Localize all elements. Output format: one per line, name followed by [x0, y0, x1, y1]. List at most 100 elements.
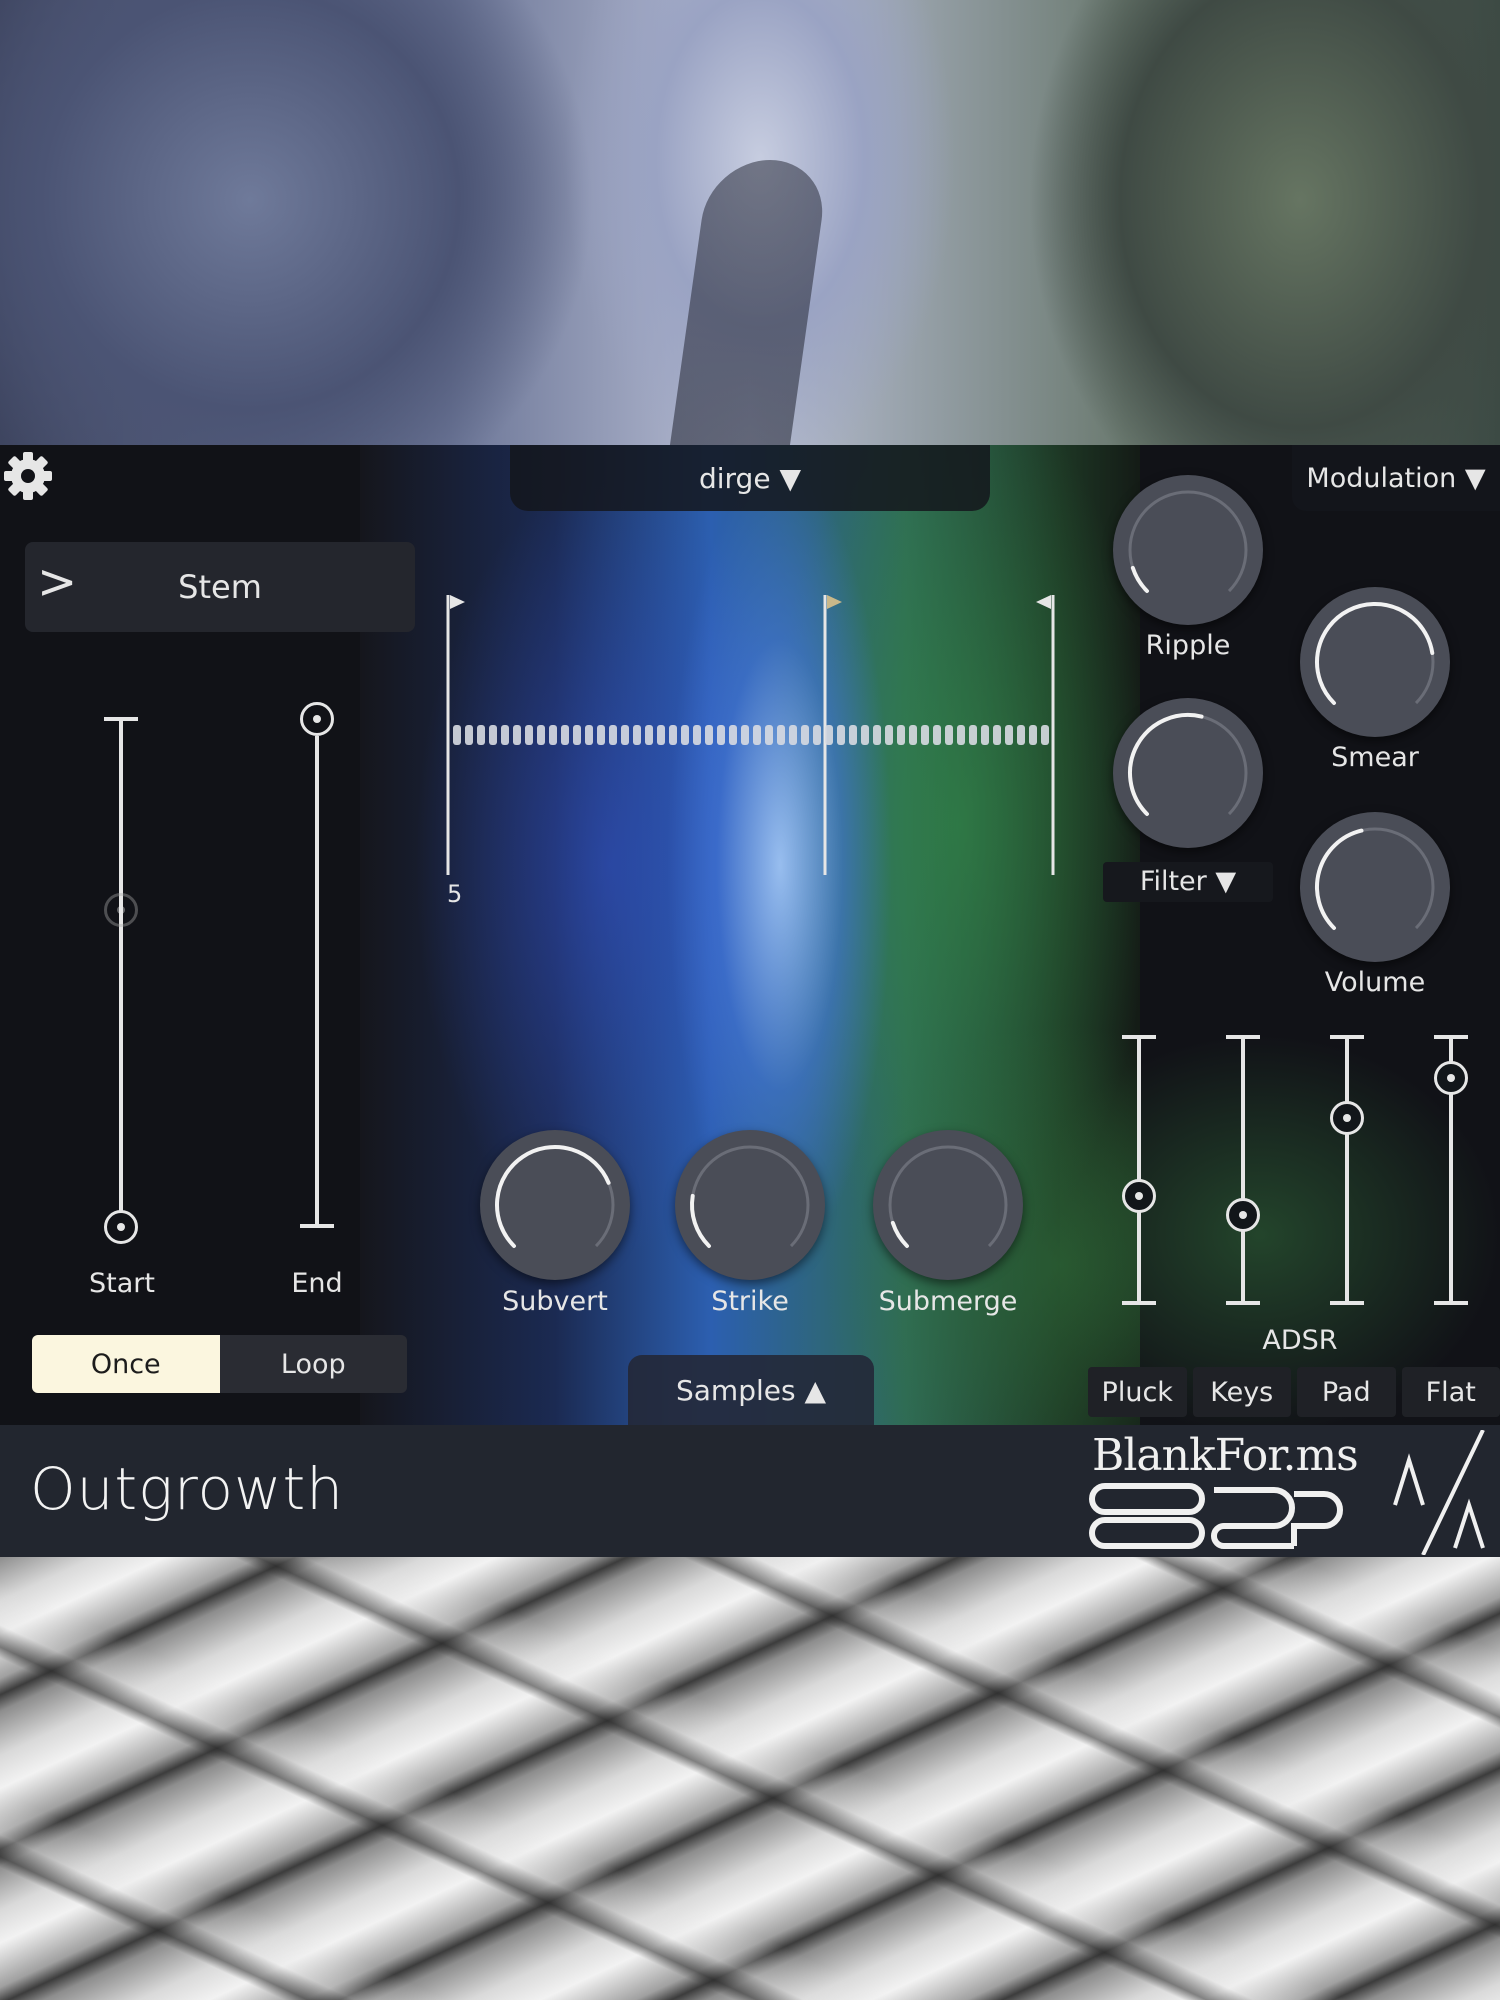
knob-value-arc [495, 1145, 611, 1249]
waveform-bar [897, 725, 905, 745]
start-slider-ghost-handle [104, 893, 138, 927]
adsr-slider-handle[interactable] [1330, 1100, 1364, 1135]
subvert-knob[interactable] [480, 1130, 630, 1280]
waveform-bar [777, 725, 785, 745]
waveform-bar [993, 725, 1001, 745]
volume-label: Volume [1324, 967, 1426, 998]
waveform-bar [453, 725, 461, 745]
start-slider[interactable] [100, 715, 142, 1255]
waveform-bar [477, 725, 485, 745]
gear-icon[interactable] [2, 450, 54, 502]
adsr-preset-pluck[interactable]: Pluck [1088, 1367, 1187, 1417]
waveform-bar [933, 725, 941, 745]
knob-track [690, 1145, 810, 1248]
waveform-bar [489, 725, 497, 745]
playback-mode-toggle[interactable]: Once Loop [32, 1335, 407, 1393]
decay-slider[interactable] [1219, 1035, 1267, 1305]
ripple-label: Ripple [1145, 630, 1231, 661]
adsr-slider-bottom-cap [1330, 1301, 1364, 1305]
waveform-bar [765, 725, 773, 745]
modulation-label: Modulation ▼ [1306, 462, 1486, 494]
waveform-bar [789, 725, 797, 745]
waveform-bar [705, 725, 713, 745]
stem-button[interactable]: > Stem [25, 542, 415, 632]
mode-once-button[interactable]: Once [32, 1335, 220, 1393]
start-slider-handle[interactable] [104, 1210, 138, 1244]
waveform-bar [1029, 725, 1037, 745]
volume-knob[interactable] [1300, 812, 1450, 962]
knob-arc [1315, 827, 1435, 931]
release-slider[interactable] [1427, 1035, 1475, 1305]
waveform-bar [861, 725, 869, 745]
end-slider-rail [315, 736, 319, 1226]
brand-name: BlankFor.ms [1092, 1430, 1359, 1481]
waveform-bar [801, 725, 809, 745]
knob-arc [1128, 713, 1248, 817]
waveform-bar [621, 725, 629, 745]
adsr-slider-handle[interactable] [1226, 1197, 1260, 1232]
waveform-bar [693, 725, 701, 745]
waveform-bar [597, 725, 605, 745]
adsr-slider-rail [1241, 1035, 1245, 1305]
sustain-slider[interactable] [1323, 1035, 1371, 1305]
adsr-slider-handle[interactable] [1434, 1061, 1468, 1096]
preset-dropdown[interactable]: dirge ▼ [510, 445, 990, 511]
modulation-dropdown[interactable]: Modulation ▼ [1292, 445, 1500, 511]
submerge-knob[interactable] [873, 1130, 1023, 1280]
strike-knob[interactable] [675, 1130, 825, 1280]
attack-slider[interactable] [1115, 1035, 1163, 1305]
adsr-slider-bottom-cap [1434, 1301, 1468, 1305]
end-flag-icon [1036, 595, 1051, 609]
knob-arc [1315, 602, 1435, 706]
end-slider-bottom-cap [300, 1224, 334, 1228]
filter-dropdown[interactable]: Filter ▼ [1103, 862, 1273, 902]
waveform-bar [585, 725, 593, 745]
filter-knob[interactable] [1113, 698, 1263, 848]
adsr-preset-tabs: Pluck Keys Pad Flat [1088, 1367, 1500, 1417]
waveform-bar [609, 725, 617, 745]
waveform-bar [513, 725, 521, 745]
knob-value-arc [1128, 713, 1204, 817]
waveform-bar [657, 725, 665, 745]
samples-tab[interactable]: Samples ▲ [628, 1355, 874, 1425]
knob-value-arc [1130, 565, 1149, 594]
knob-track [888, 1145, 1008, 1248]
waveform-bar [849, 725, 857, 745]
waveform-bar [837, 725, 845, 745]
knob-arc [690, 1145, 810, 1249]
start-slider-rail [119, 717, 123, 1229]
strike-label: Strike [711, 1286, 789, 1317]
stem-label: Stem [178, 568, 262, 606]
adsr-slider-handle[interactable] [1122, 1179, 1156, 1214]
waveform-bar [1041, 725, 1049, 745]
waveform-marker-number: 5 [447, 880, 463, 908]
waveform-bar [921, 725, 929, 745]
smear-knob[interactable] [1300, 587, 1450, 737]
ripple-knob[interactable] [1113, 475, 1263, 625]
waveform-bar [945, 725, 953, 745]
knob-arc [888, 1145, 1008, 1249]
adsr-preset-pad[interactable]: Pad [1297, 1367, 1396, 1417]
knob-value-arc [1315, 602, 1435, 706]
end-slider[interactable] [296, 700, 338, 1230]
mode-loop-button[interactable]: Loop [220, 1335, 408, 1393]
adsr-sliders [1115, 1035, 1500, 1305]
end-slider-handle[interactable] [300, 702, 334, 736]
knob-arc [495, 1145, 615, 1249]
waveform-display[interactable] [445, 595, 1055, 880]
waveform-bar [573, 725, 581, 745]
waveform-bar [501, 725, 509, 745]
knob-value-arc [690, 1193, 711, 1249]
waveform-bar [549, 725, 557, 745]
waveform-bar [681, 725, 689, 745]
waveform-bar [669, 725, 677, 745]
waveform-bar [561, 725, 569, 745]
adsr-preset-keys[interactable]: Keys [1192, 1367, 1291, 1417]
preset-label: dirge ▼ [698, 461, 801, 495]
submerge-label: Submerge [878, 1286, 1018, 1317]
adsr-slider-rail [1345, 1035, 1349, 1305]
adsr-preset-flat[interactable]: Flat [1401, 1367, 1500, 1417]
waveform-bar [969, 725, 977, 745]
knob-track [1128, 490, 1248, 593]
waveform-bar [957, 725, 965, 745]
